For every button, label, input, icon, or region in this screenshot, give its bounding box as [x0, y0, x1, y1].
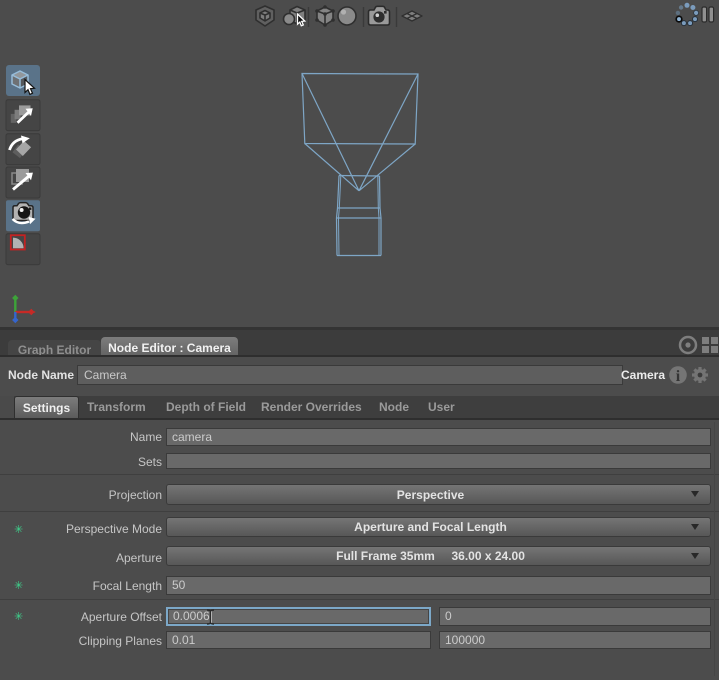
svg-text:i: i	[676, 368, 681, 385]
